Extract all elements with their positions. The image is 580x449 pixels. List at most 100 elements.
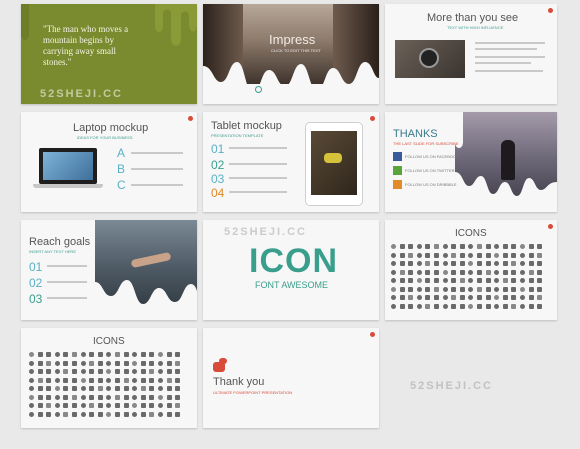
- glyph-icon: [89, 386, 95, 391]
- number-01: 01: [211, 142, 225, 156]
- slide-quote[interactable]: "The man who moves a mountain begins by …: [21, 4, 197, 104]
- glyph-icon: [89, 377, 95, 383]
- facebook-icon[interactable]: [393, 152, 402, 161]
- glyph-icon: [80, 360, 86, 366]
- slide-subtitle: PRESENTATION TEMPLATE: [211, 133, 264, 138]
- slide-more[interactable]: More than you see TEXT WITH HIGH INFLUEN…: [385, 4, 557, 104]
- glyph-icon: [54, 352, 60, 357]
- glyph-icon: [29, 369, 34, 374]
- tablet-screen: [311, 131, 357, 195]
- glyph-icon: [140, 386, 146, 391]
- glyph-icon: [123, 411, 129, 417]
- glyph-icon: [391, 303, 396, 309]
- glyph-icon: [106, 369, 112, 374]
- glyph-icon: [54, 403, 60, 408]
- glyph-icon: [115, 394, 120, 400]
- glyph-icon: [399, 303, 405, 309]
- glyph-icon: [132, 352, 138, 357]
- glyph-icon: [459, 286, 465, 292]
- red-dot: [548, 224, 553, 229]
- text-line: [229, 147, 287, 149]
- slide-thanks[interactable]: THANKS THE LAST SLIDE FOR SUBSCRIBE FOLL…: [385, 112, 557, 212]
- glyph-icon: [149, 386, 155, 391]
- glyph-icon: [115, 377, 120, 383]
- glyph-icon: [511, 244, 517, 249]
- glyph-icon: [63, 411, 69, 417]
- glyph-icon: [399, 252, 405, 258]
- glyph-icon: [175, 352, 181, 357]
- glyph-icon: [408, 286, 414, 292]
- glyph-icon: [72, 369, 77, 374]
- glyph-icon: [115, 352, 120, 357]
- glyph-icon: [106, 411, 112, 417]
- green-ring: [255, 86, 262, 93]
- icon-heading: ICON: [249, 242, 338, 280]
- glyph-icon: [391, 261, 396, 266]
- number-02: 02: [211, 158, 225, 172]
- glyph-icon: [46, 411, 52, 417]
- text-line: [131, 168, 183, 170]
- red-dot: [370, 116, 375, 121]
- glyph-icon: [468, 286, 474, 292]
- letter-b: B: [117, 162, 126, 176]
- twitter-icon[interactable]: [393, 166, 402, 175]
- glyph-icon: [511, 303, 517, 309]
- slide-title: Reach goals: [29, 236, 91, 248]
- slide-thankyou[interactable]: Thank you ULTIMATE POWERPOINT PRESENTATI…: [203, 328, 379, 428]
- slide-title: Tablet mockup: [211, 120, 282, 132]
- tablet-device: [305, 122, 363, 206]
- glyph-icon: [442, 252, 448, 258]
- glyph-icon: [416, 295, 422, 300]
- glyph-icon: [140, 403, 146, 408]
- glyph-icon: [425, 244, 431, 249]
- glyph-icon: [29, 360, 34, 366]
- icon-grid: [29, 352, 189, 422]
- slide-goals[interactable]: Reach goals INSERT ANY TEXT HERE 01 02 0…: [21, 220, 197, 320]
- slide-subtitle: CLICK TO EDIT THIS TEXT: [271, 48, 321, 53]
- slide-icons-1[interactable]: ICONS: [385, 220, 557, 320]
- glyph-icon: [459, 295, 465, 300]
- glyph-icon: [477, 261, 482, 266]
- text-line: [475, 70, 543, 72]
- glyph-icon: [158, 403, 163, 408]
- glyph-icon: [416, 278, 422, 283]
- glyph-icon: [46, 352, 52, 357]
- glyph-icon: [468, 261, 474, 266]
- slide-subtitle: INSERT ANY TEXT HERE: [29, 249, 76, 254]
- glyph-icon: [132, 386, 138, 391]
- slide-icons-2[interactable]: ICONS: [21, 328, 197, 428]
- glyph-icon: [434, 252, 439, 258]
- glyph-icon: [537, 252, 543, 258]
- glyph-icon: [72, 386, 77, 391]
- glyph-icon: [80, 394, 86, 400]
- glyph-icon: [37, 377, 43, 383]
- glyph-icon: [468, 244, 474, 249]
- glyph-icon: [46, 369, 52, 374]
- text-line: [229, 177, 287, 179]
- glyph-icon: [115, 411, 120, 417]
- glyph-icon: [442, 303, 448, 309]
- glyph-icon: [502, 252, 508, 258]
- glyph-icon: [408, 252, 414, 258]
- glyph-icon: [528, 252, 534, 258]
- glyph-icon: [494, 295, 500, 300]
- slide-icon[interactable]: ICON FONT AWESOME: [203, 220, 379, 320]
- glyph-icon: [434, 269, 439, 275]
- glyph-icon: [63, 394, 69, 400]
- glyph-icon: [63, 352, 69, 357]
- glyph-icon: [80, 403, 86, 408]
- number-03: 03: [29, 292, 43, 306]
- glyph-icon: [502, 286, 508, 292]
- glyph-icon: [537, 286, 543, 292]
- slide-laptop[interactable]: Laptop mockup IDEAS FOR YOUR BUSINESS A …: [21, 112, 197, 212]
- slide-impress[interactable]: Impress CLICK TO EDIT THIS TEXT: [203, 4, 379, 104]
- glyph-icon: [425, 252, 431, 258]
- glyph-icon: [54, 360, 60, 366]
- dribbble-icon[interactable]: [393, 180, 402, 189]
- glyph-icon: [72, 360, 77, 366]
- slide-tablet[interactable]: Tablet mockup PRESENTATION TEMPLATE 01 0…: [203, 112, 379, 212]
- glyph-icon: [434, 286, 439, 292]
- glyph-icon: [537, 295, 543, 300]
- glyph-icon: [485, 269, 491, 275]
- glyph-icon: [140, 411, 146, 417]
